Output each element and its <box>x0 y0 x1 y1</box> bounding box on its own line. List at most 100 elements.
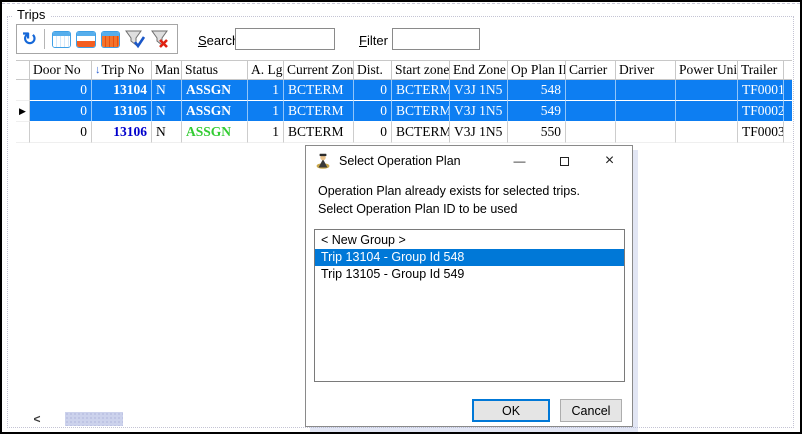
grid-cell-alg: 1 <box>248 101 284 122</box>
grid-cell-opplan: 550 <box>508 122 566 143</box>
grid-cell-filler <box>784 80 792 101</box>
caption-buttons: — × <box>497 146 632 176</box>
filter-input[interactable] <box>392 28 480 50</box>
grid-view-partial-icon[interactable] <box>76 31 95 48</box>
column-header-driver[interactable]: Driver <box>616 61 676 79</box>
refresh-icon[interactable]: ↻ <box>22 30 37 48</box>
column-header-trip[interactable]: ↓Trip No <box>92 61 152 79</box>
grid-cell-opplan: 548 <box>508 80 566 101</box>
grid-cell-carrier <box>566 80 616 101</box>
filter-clear-icon[interactable] <box>151 30 172 49</box>
grid-cell-carrier <box>566 122 616 143</box>
close-icon[interactable]: × <box>587 146 632 176</box>
grid-cell-ezone: V3J 1N5 <box>450 101 508 122</box>
column-header-ezone[interactable]: End Zone <box>450 61 508 79</box>
sort-desc-icon: ↓ <box>95 64 101 76</box>
grid-cell-trailer: TF0003 <box>738 122 784 143</box>
column-header-filler <box>784 61 792 79</box>
table-row[interactable]: 013106NASSGN1BCTERM0BCTERMV3J 1N5550TF00… <box>16 122 792 143</box>
list-item[interactable]: < New Group > <box>315 232 624 249</box>
grid-cell-punit <box>676 122 738 143</box>
horizontal-scrollbar: < <box>28 411 123 427</box>
ok-button[interactable]: OK <box>472 399 550 422</box>
column-header-status[interactable]: Status <box>182 61 248 79</box>
grid-cell-filler <box>784 122 792 143</box>
scroll-left-icon[interactable]: < <box>28 412 46 426</box>
dialog-title: Select Operation Plan <box>339 154 461 168</box>
window-top-dash <box>2 3 800 4</box>
operation-plan-listbox: < New Group >Trip 13104 - Group Id 548Tr… <box>314 229 625 382</box>
filter-apply-icon[interactable] <box>125 30 146 49</box>
person-icon <box>315 153 331 169</box>
current-row-marker-icon: ▶ <box>19 107 26 116</box>
trips-group-label: Trips <box>12 7 50 22</box>
grid-cell-ezone: V3J 1N5 <box>450 122 508 143</box>
grid-cell-door: 0 <box>30 122 92 143</box>
grid-cell-driver <box>616 122 676 143</box>
dialog-titlebar: Select Operation Plan — × <box>306 146 632 176</box>
cancel-button[interactable]: Cancel <box>560 399 622 422</box>
trips-toolbar: ↻ <box>16 24 178 54</box>
grid-cell-trailer: TF0001 <box>738 80 784 101</box>
column-header-man[interactable]: Man <box>152 61 182 79</box>
dialog-message-line1: Operation Plan already exists for select… <box>318 182 620 200</box>
grid-cell-alg: 1 <box>248 122 284 143</box>
column-header-czone[interactable]: Current Zone <box>284 61 354 79</box>
grid-cell-driver <box>616 80 676 101</box>
grid-cell-trip: 13105 <box>92 101 152 122</box>
grid-cell-czone: BCTERM <box>284 122 354 143</box>
column-header-trailer[interactable]: Trailer <box>738 61 784 79</box>
grid-cell-dist: 0 <box>354 122 392 143</box>
grid-body: 013104NASSGN1BCTERM0BCTERMV3J 1N5548TF00… <box>16 80 792 143</box>
grid-view-full-icon[interactable] <box>101 31 120 48</box>
row-selector-header <box>16 61 30 79</box>
grid-cell-trailer: TF0002 <box>738 101 784 122</box>
column-header-alg[interactable]: A. Lg <box>248 61 284 79</box>
grid-cell-trip: 13104 <box>92 80 152 101</box>
column-header-dist[interactable]: Dist. <box>354 61 392 79</box>
list-item[interactable]: Trip 13104 - Group Id 548 <box>315 249 624 266</box>
trips-grid: Door No↓Trip NoManStatusA. LgCurrent Zon… <box>16 60 792 143</box>
column-header-punit[interactable]: Power Unit <box>676 61 738 79</box>
grid-cell-man: N <box>152 80 182 101</box>
grid-cell-driver <box>616 101 676 122</box>
table-row[interactable]: 013104NASSGN1BCTERM0BCTERMV3J 1N5548TF00… <box>16 80 792 101</box>
column-header-opplan[interactable]: Op Plan ID <box>508 61 566 79</box>
filter-label: Filter <box>359 33 388 48</box>
grid-cell-punit <box>676 101 738 122</box>
list-item[interactable]: Trip 13105 - Group Id 549 <box>315 266 624 283</box>
trips-window: { "window": { "group_label": "Trips" }, … <box>0 0 802 434</box>
dialog-message: Operation Plan already exists for select… <box>318 182 620 218</box>
row-selector[interactable] <box>16 122 30 143</box>
grid-header: Door No↓Trip NoManStatusA. LgCurrent Zon… <box>16 60 792 80</box>
table-row[interactable]: ▶013105NASSGN1BCTERM0BCTERMV3J 1N5549TF0… <box>16 101 792 122</box>
grid-cell-czone: BCTERM <box>284 101 354 122</box>
select-operation-plan-dialog: Select Operation Plan — × Operation Plan… <box>305 145 633 427</box>
grid-cell-status: ASSGN <box>182 101 248 122</box>
grid-cell-szone: BCTERM <box>392 80 450 101</box>
dialog-buttons: OK Cancel <box>472 399 622 422</box>
column-header-carrier[interactable]: Carrier <box>566 61 616 79</box>
column-header-szone[interactable]: Start zone <box>392 61 450 79</box>
row-selector[interactable]: ▶ <box>16 101 30 122</box>
dialog-message-line2: Select Operation Plan ID to be used <box>318 200 620 218</box>
column-header-door[interactable]: Door No <box>30 61 92 79</box>
grid-cell-dist: 0 <box>354 101 392 122</box>
search-input[interactable] <box>235 28 335 50</box>
grid-cell-status: ASSGN <box>182 80 248 101</box>
grid-cell-trip: 13106 <box>92 122 152 143</box>
grid-cell-status: ASSGN <box>182 122 248 143</box>
grid-cell-filler <box>784 101 792 122</box>
row-selector[interactable] <box>16 80 30 101</box>
grid-cell-door: 0 <box>30 101 92 122</box>
minimize-icon[interactable]: — <box>497 146 542 176</box>
grid-cell-opplan: 549 <box>508 101 566 122</box>
grid-cell-carrier <box>566 101 616 122</box>
grid-view-empty-icon[interactable] <box>52 31 71 48</box>
maximize-icon[interactable] <box>542 146 587 176</box>
scrollbar-thumb[interactable] <box>65 412 123 426</box>
grid-cell-man: N <box>152 122 182 143</box>
grid-cell-szone: BCTERM <box>392 101 450 122</box>
grid-cell-ezone: V3J 1N5 <box>450 80 508 101</box>
grid-cell-alg: 1 <box>248 80 284 101</box>
